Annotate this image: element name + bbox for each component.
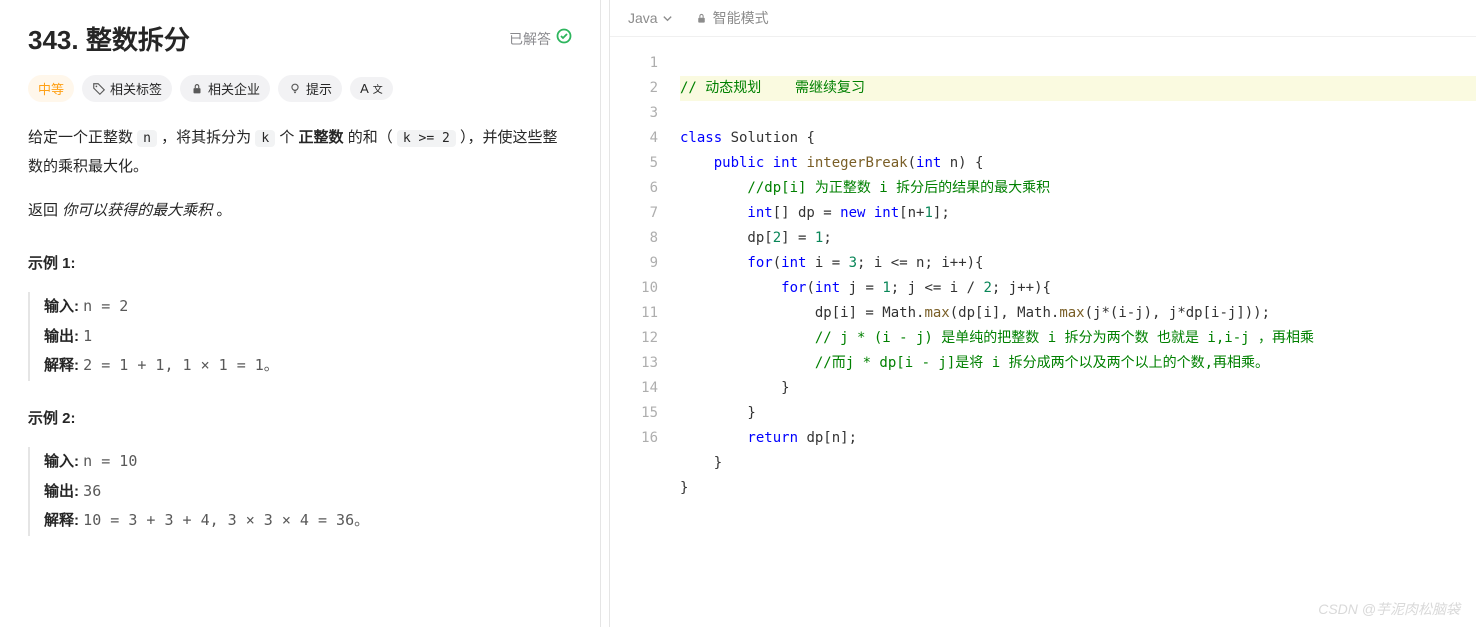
related-tags-button[interactable]: 相关标签 [82, 75, 172, 102]
desc-p1: 给定一个正整数 n ，将其拆分为 k 个 正整数 的和（ k >= 2 ），并使… [28, 124, 572, 181]
code-line: dp[2] = 1; [680, 230, 832, 246]
code-line: // j * (i - j) 是单纯的把整数 i 拆分为两个数 也就是 i,i-… [680, 330, 1314, 346]
title-row: 343. 整数拆分 已解答 [28, 20, 572, 57]
code-line: } [680, 405, 756, 421]
example-1: 输入: n = 2 输出: 1 解释: 2 = 1 + 1, 1 × 1 = 1… [28, 292, 572, 381]
code-area[interactable]: // 动态规划 需继续复习 class Solution { public in… [680, 51, 1476, 627]
editor-header: Java 智能模式 [610, 0, 1476, 37]
line-numbers: 12345678910111213141516 [610, 51, 680, 627]
font-size-button[interactable]: A文 [350, 77, 393, 100]
code-line: } [680, 380, 790, 396]
code-line: dp[i] = Math.max(dp[i], Math.max(j*(i-j)… [680, 305, 1270, 321]
language-select[interactable]: Java [628, 10, 673, 26]
related-company-button[interactable]: 相关企业 [180, 75, 270, 102]
solved-label: 已解答 [509, 29, 551, 49]
tag-icon [92, 82, 106, 96]
code-line: return dp[n]; [680, 430, 857, 446]
code-line: int[] dp = new int[n+1]; [680, 205, 950, 221]
code-editor[interactable]: 12345678910111213141516 // 动态规划 需继续复习 cl… [610, 37, 1476, 627]
bulb-icon [288, 82, 302, 96]
problem-description: 给定一个正整数 n ，将其拆分为 k 个 正整数 的和（ k >= 2 ），并使… [28, 124, 572, 536]
code-line: //而j * dp[i - j]是将 i 拆分成两个以及两个以上的个数,再相乘。 [680, 355, 1269, 371]
code-line: for(int i = 3; i <= n; i++){ [680, 255, 983, 271]
code-line: // 动态规划 需继续复习 [680, 76, 1476, 101]
panel-divider[interactable] [600, 0, 610, 627]
solved-status: 已解答 [509, 28, 572, 49]
editor-panel: Java 智能模式 12345678910111213141516 // 动态规… [610, 0, 1476, 627]
tags-row: 中等 相关标签 相关企业 提示 A文 [28, 75, 572, 102]
check-icon [556, 28, 572, 49]
desc-p2: 返回 你可以获得的最大乘积 。 [28, 197, 572, 226]
code-line: //dp[i] 为正整数 i 拆分后的结果的最大乘积 [680, 180, 1050, 196]
lock-icon [190, 82, 204, 96]
difficulty-tag[interactable]: 中等 [28, 75, 74, 102]
example-1-title: 示例 1: [28, 250, 572, 279]
example-2: 输入: n = 10 输出: 36 解释: 10 = 3 + 3 + 4, 3 … [28, 447, 572, 536]
code-line: class Solution { [680, 130, 815, 146]
hint-button[interactable]: 提示 [278, 75, 342, 102]
chevron-down-icon [662, 13, 673, 24]
code-line: } [680, 455, 722, 471]
problem-title: 343. 整数拆分 [28, 20, 190, 57]
code-line: public int integerBreak(int n) { [680, 155, 983, 171]
example-2-title: 示例 2: [28, 405, 572, 434]
code-line: for(int j = 1; j <= i / 2; j++){ [680, 280, 1051, 296]
problem-panel: 343. 整数拆分 已解答 中等 相关标签 相关企业 提示 A文 给定一个正整数… [0, 0, 600, 627]
lock-icon [695, 12, 708, 25]
smart-mode-toggle[interactable]: 智能模式 [695, 8, 769, 28]
code-line: } [680, 480, 688, 496]
